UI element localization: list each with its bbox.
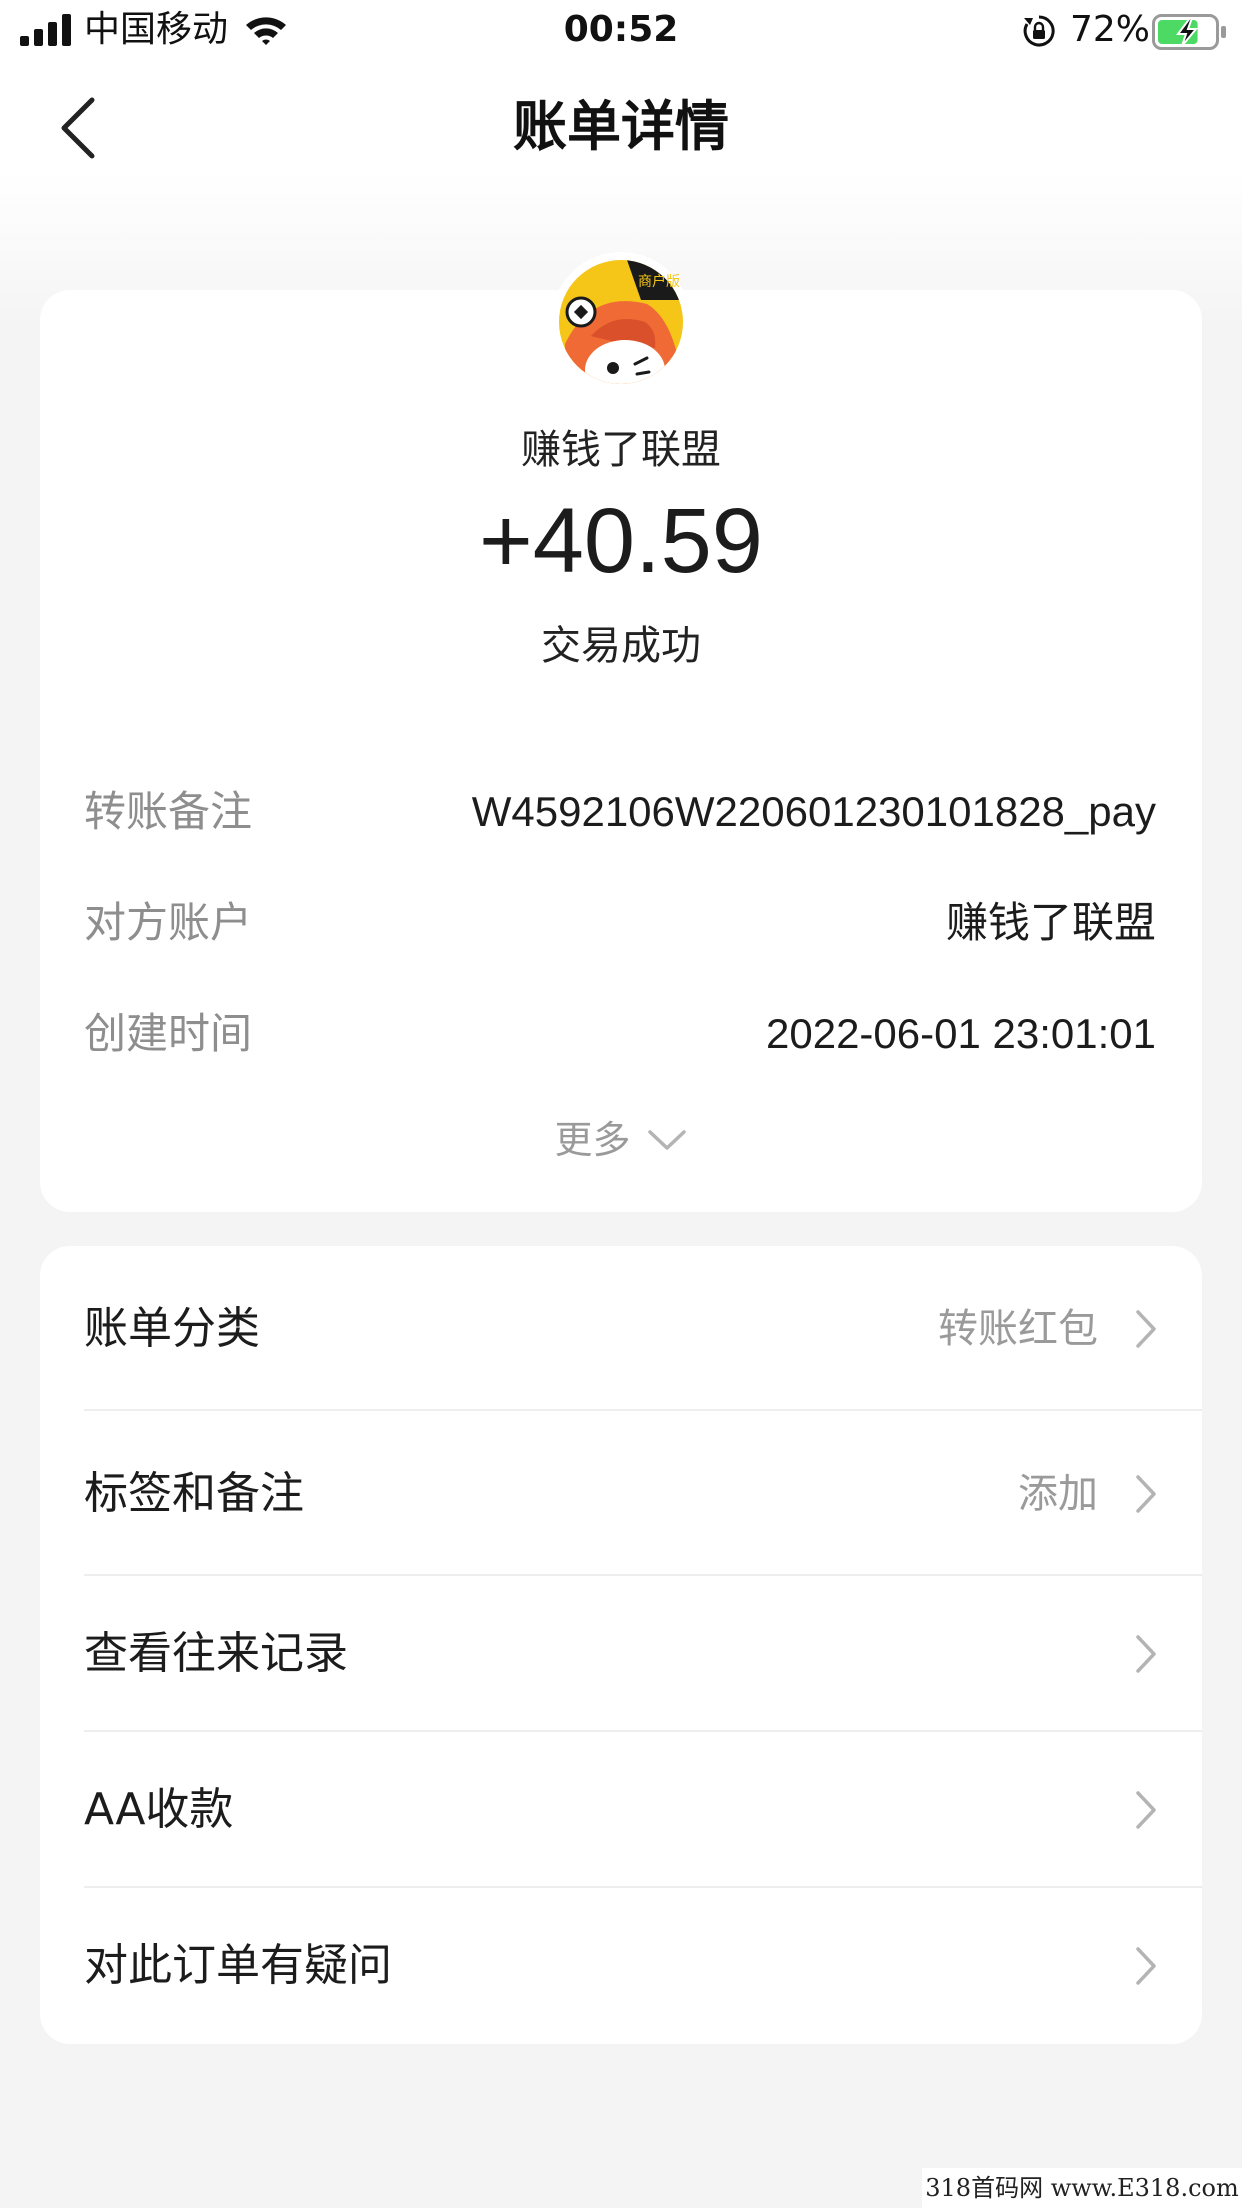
merchant-avatar[interactable]: 商户版 [551,252,691,392]
menu-item-transaction-history[interactable]: 查看往来记录 [40,1576,1202,1732]
menu-item-tags-notes[interactable]: 标签和备注 添加 [40,1411,1202,1576]
watermark: 318首码网 www.E318.com [922,2168,1242,2208]
avatar-badge-text: 商户版 [638,273,680,290]
menu-item-bill-category[interactable]: 账单分类 转账红包 [40,1246,1202,1411]
battery-charging-icon [1152,14,1226,50]
menu-item-label: 标签和备注 [84,1467,304,1519]
chevron-right-icon [1136,1791,1156,1829]
detail-value: 赚钱了联盟 [945,899,1156,946]
page-title: 账单详情 [513,95,729,158]
detail-row-counterparty: 对方账户 赚钱了联盟 [84,893,1156,953]
status-bar: 中国移动 00:52 72% [0,0,1242,62]
detail-value: 2022-06-01 23:01:01 [766,1010,1156,1057]
menu-item-order-question[interactable]: 对此订单有疑问 [40,1888,1202,2044]
menu-item-value: 转账红包 [938,1305,1098,1352]
menu-item-label: 对此订单有疑问 [84,1940,392,1991]
menu-item-label: 账单分类 [84,1302,260,1354]
chevron-down-icon [647,1130,686,1150]
battery-percent: 72% [1070,9,1151,50]
more-button[interactable]: 更多 [0,1112,1242,1168]
chevron-right-icon [1136,1474,1156,1513]
menu-item-aa-collect[interactable]: AA收款 [40,1732,1202,1888]
chevron-right-icon [1136,1309,1156,1348]
bill-actions-card: 账单分类 转账红包 标签和备注 添加 查看往来记录 AA收款 对此订单有疑问 [40,1246,1202,2044]
detail-label: 对方账户 [84,898,253,947]
menu-item-label: AA收款 [84,1784,234,1835]
avatar-image: 商户版 [559,260,683,384]
menu-item-value: 添加 [1018,1470,1098,1517]
detail-value: W4592106W220601230101828_pay [471,788,1156,835]
chevron-right-icon [1136,1635,1156,1673]
detail-row-created-time: 创建时间 2022-06-01 23:01:01 [84,1004,1156,1064]
transaction-status: 交易成功 [541,623,701,669]
more-label: 更多 [554,1118,631,1162]
chevron-right-icon [1136,1947,1156,1985]
detail-row-transfer-note: 转账备注 W4592106W220601230101828_pay [84,782,1156,842]
rotation-lock-icon [1023,15,1055,47]
detail-label: 创建时间 [84,1009,253,1058]
transaction-amount: +40.59 [479,490,763,592]
detail-label: 转账备注 [84,787,253,836]
merchant-name: 赚钱了联盟 [521,427,721,473]
menu-item-label: 查看往来记录 [84,1628,348,1679]
